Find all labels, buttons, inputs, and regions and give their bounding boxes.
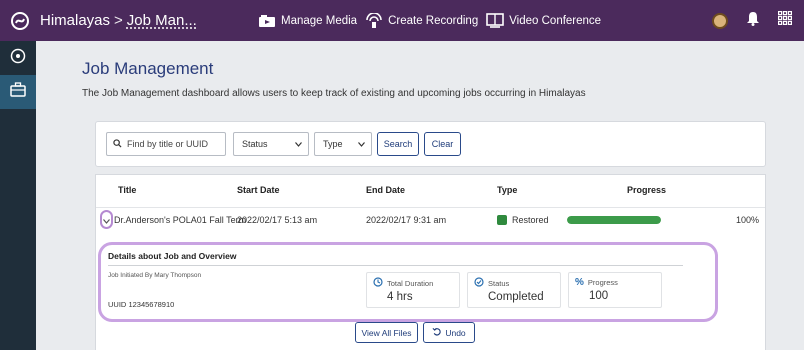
create-recording-button[interactable]: Create Recording bbox=[365, 12, 479, 29]
compass-icon bbox=[10, 48, 26, 69]
stat-status: Status Completed bbox=[467, 272, 561, 308]
row-progress-text: 100% bbox=[736, 215, 760, 225]
chevron-down-icon bbox=[103, 211, 110, 229]
type-select-label: Type bbox=[323, 139, 343, 149]
view-all-files-label: View All Files bbox=[361, 327, 412, 338]
row-progress-fill bbox=[567, 216, 661, 224]
stat-total-duration-value: 4 hrs bbox=[387, 291, 413, 303]
restored-status-icon bbox=[497, 215, 507, 225]
breadcrumb-current[interactable]: Job Man... bbox=[127, 12, 197, 29]
top-actions: Manage Media Create Recording Video Conf… bbox=[258, 0, 601, 41]
search-input[interactable] bbox=[127, 139, 222, 149]
row-title[interactable]: Dr.Anderson's POLA01 Fall Term bbox=[114, 212, 246, 228]
video-conference-icon bbox=[486, 13, 505, 28]
percent-icon: % bbox=[575, 277, 584, 288]
clear-button[interactable]: Clear bbox=[424, 132, 461, 156]
apps-grid-icon[interactable] bbox=[778, 11, 792, 30]
column-header-type: Type bbox=[497, 185, 518, 195]
uuid-value: 12345678910 bbox=[128, 300, 175, 309]
manage-media-button[interactable]: Manage Media bbox=[258, 14, 357, 28]
bell-icon[interactable] bbox=[746, 11, 760, 31]
undo-button[interactable]: Undo bbox=[423, 322, 475, 343]
stat-total-duration-label: Total Duration bbox=[387, 278, 434, 288]
column-header-progress: Progress bbox=[627, 185, 667, 195]
status-select-label: Status bbox=[242, 139, 268, 149]
create-recording-label: Create Recording bbox=[388, 14, 479, 27]
row-end-date: 2022/02/17 9:31 am bbox=[366, 215, 447, 225]
row-progress-bar bbox=[567, 216, 661, 224]
search-icon bbox=[113, 135, 122, 153]
stat-status-value: Completed bbox=[488, 291, 544, 303]
jobs-table: Title Start Date End Date Type Progress … bbox=[95, 174, 766, 350]
column-header-title: Title bbox=[118, 185, 137, 195]
header-divider bbox=[96, 207, 765, 208]
breadcrumb-separator: > bbox=[114, 12, 123, 29]
manage-media-label: Manage Media bbox=[281, 14, 358, 27]
uuid-label: UUID bbox=[108, 300, 127, 309]
breadcrumb: Himalayas > Job Man... bbox=[40, 12, 197, 29]
sidebar-item-explore[interactable] bbox=[0, 41, 36, 75]
page-description: The Job Management dashboard allows user… bbox=[82, 88, 586, 99]
details-title: Details about Job and Overview bbox=[108, 251, 237, 261]
video-conference-button[interactable]: Video Conference bbox=[486, 13, 601, 28]
column-header-end-date: End Date bbox=[366, 185, 406, 195]
filter-bar: Status Type Search Clear bbox=[95, 121, 766, 167]
row-type: Restored bbox=[497, 212, 549, 228]
stat-progress-value: 100 bbox=[589, 290, 609, 302]
undo-icon bbox=[432, 327, 442, 338]
sidebar-item-jobs[interactable] bbox=[0, 75, 36, 109]
clock-icon bbox=[373, 277, 383, 289]
status-select[interactable]: Status bbox=[233, 132, 309, 156]
type-select[interactable]: Type bbox=[314, 132, 372, 156]
column-header-start-date: Start Date bbox=[237, 185, 280, 195]
search-button[interactable]: Search bbox=[377, 132, 419, 156]
job-uuid: UUID 12345678910 bbox=[108, 300, 174, 309]
top-bar: Himalayas > Job Man... Manage Media Crea… bbox=[0, 0, 804, 41]
row-start-date: 2022/02/17 5:13 am bbox=[237, 215, 318, 225]
stat-status-label: Status bbox=[488, 278, 510, 288]
chevron-down-icon bbox=[358, 139, 365, 149]
view-all-files-button[interactable]: View All Files bbox=[355, 322, 418, 343]
stat-progress: % Progress 100 bbox=[568, 272, 662, 308]
video-conference-label: Video Conference bbox=[509, 14, 602, 27]
search-field[interactable] bbox=[106, 132, 226, 156]
top-right-icons bbox=[712, 0, 792, 41]
check-circle-icon bbox=[474, 277, 484, 289]
job-details-panel: Details about Job and Overview Job Initi… bbox=[98, 242, 718, 322]
avatar[interactable] bbox=[712, 12, 728, 29]
row-expand-toggle[interactable] bbox=[100, 210, 113, 229]
recording-icon bbox=[365, 12, 383, 29]
chevron-down-icon bbox=[295, 139, 302, 149]
breadcrumb-root[interactable]: Himalayas bbox=[40, 12, 110, 29]
sidebar bbox=[0, 41, 36, 350]
details-divider bbox=[108, 265, 683, 266]
stat-progress-label: Progress bbox=[587, 278, 618, 287]
main-content: Job Management The Job Management dashbo… bbox=[36, 41, 804, 350]
row-type-label: Restored bbox=[512, 215, 549, 225]
undo-label: Undo bbox=[445, 327, 466, 338]
media-icon bbox=[258, 14, 276, 28]
app-logo-icon[interactable] bbox=[0, 0, 40, 41]
briefcase-icon bbox=[10, 82, 26, 102]
stat-total-duration: Total Duration 4 hrs bbox=[366, 272, 460, 308]
job-initiated-by: Job Initiated By Mary Thompson bbox=[108, 272, 202, 279]
page-title: Job Management bbox=[82, 59, 214, 78]
